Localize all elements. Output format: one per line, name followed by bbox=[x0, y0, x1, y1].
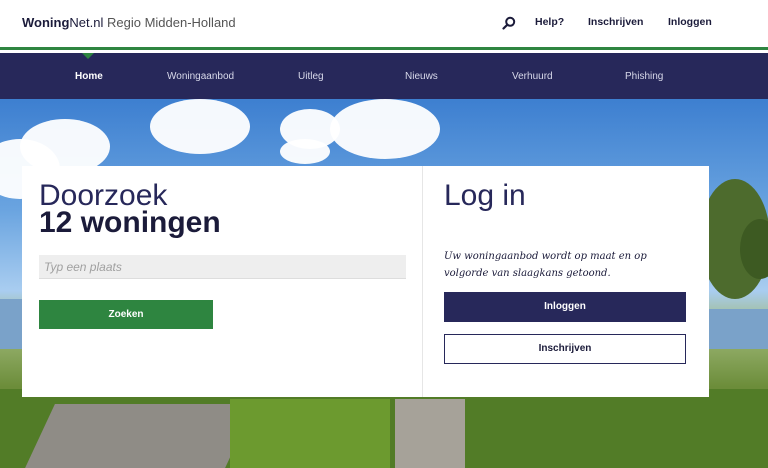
login-link[interactable]: Inloggen bbox=[668, 16, 712, 28]
site-logo[interactable]: WoningNet.nl bbox=[22, 15, 103, 30]
top-header: WoningNet.nl Regio Midden-Holland Help? … bbox=[0, 0, 768, 50]
nav-nieuws[interactable]: Nieuws bbox=[405, 71, 438, 82]
search-icon[interactable] bbox=[502, 16, 516, 30]
search-count-title: 12 woningen bbox=[39, 206, 221, 239]
nav-verhuurd[interactable]: Verhuurd bbox=[512, 71, 553, 82]
panel-divider bbox=[422, 166, 423, 397]
main-nav: Home Woningaanbod Uitleg Nieuws Verhuurd… bbox=[0, 53, 768, 99]
place-search-input[interactable] bbox=[39, 255, 406, 279]
nav-home[interactable]: Home bbox=[75, 71, 103, 82]
login-description: Uw woningaanbod wordt op maat en op volg… bbox=[444, 251, 647, 279]
search-button[interactable]: Zoeken bbox=[39, 300, 213, 329]
active-indicator bbox=[82, 53, 94, 59]
nav-uitleg[interactable]: Uitleg bbox=[298, 71, 324, 82]
nav-woningaanbod[interactable]: Woningaanbod bbox=[167, 71, 234, 82]
nav-phishing[interactable]: Phishing bbox=[625, 71, 663, 82]
register-link[interactable]: Inschrijven bbox=[588, 16, 643, 28]
login-button[interactable]: Inloggen bbox=[444, 292, 686, 322]
register-button[interactable]: Inschrijven bbox=[444, 334, 686, 364]
search-login-panel: Doorzoek 12 woningen Zoeken Log in Uw wo… bbox=[22, 166, 709, 397]
help-link[interactable]: Help? bbox=[535, 16, 564, 28]
login-title: Log in bbox=[444, 179, 526, 212]
region-name: Regio Midden-Holland bbox=[107, 15, 236, 30]
